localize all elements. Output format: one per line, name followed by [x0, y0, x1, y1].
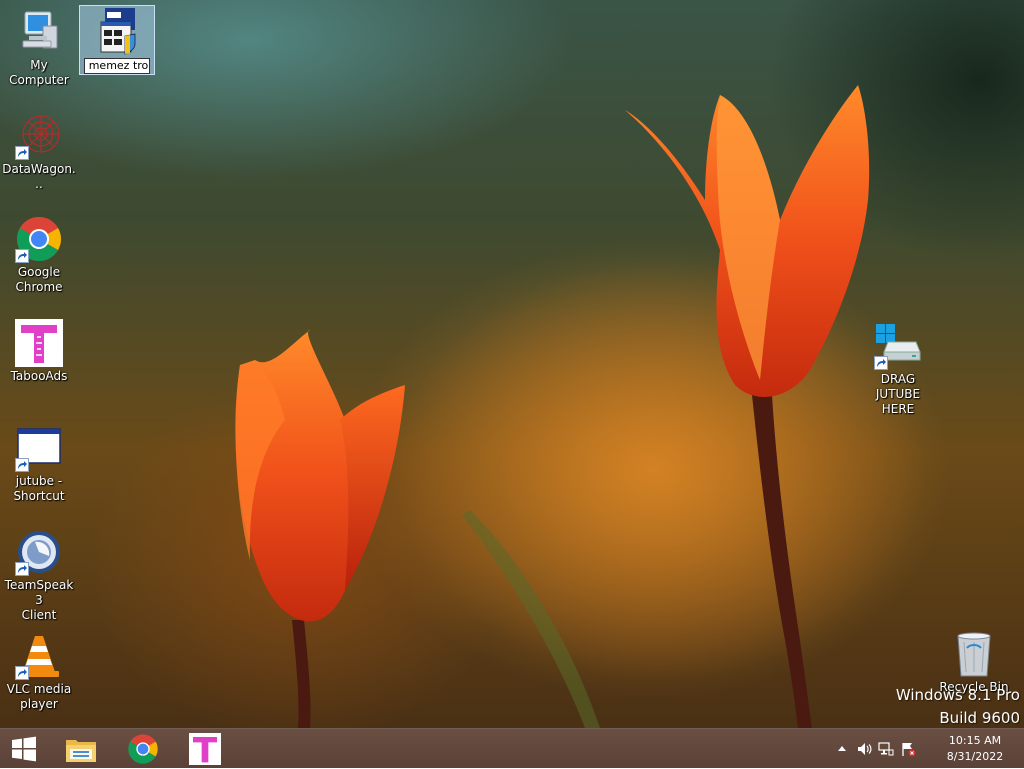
datawagon-icon — [15, 112, 63, 160]
teamspeak-label-line1: TeamSpeak 3 — [4, 578, 74, 607]
taskbar-clock[interactable]: 10:15 AM 8/31/2022 — [940, 733, 1010, 765]
drag-jutube-label-line2: HERE — [881, 402, 915, 416]
chrome-taskbar-button[interactable] — [118, 729, 168, 769]
datawagon-shortcut[interactable]: DataWagon... — [1, 112, 77, 192]
program-window-icon — [93, 8, 141, 56]
folder-icon — [66, 740, 96, 762]
blank-window-icon — [15, 424, 63, 472]
datawagon-label: DataWagon... — [2, 162, 76, 191]
shortcut-arrow-icon — [15, 458, 29, 472]
action-center-flag-icon[interactable] — [900, 741, 916, 757]
file-explorer-taskbar-button[interactable] — [56, 729, 106, 769]
shortcut-arrow-icon — [15, 249, 29, 263]
trash-can-icon — [950, 630, 998, 678]
drag-jutube-label-line1: DRAG JUTUBE — [875, 372, 921, 401]
watermark-line1: Windows 8.1 Pro — [895, 686, 1020, 704]
jutube-label-line2: Shortcut — [13, 489, 65, 503]
jutube-label-line1: jutube - — [15, 474, 63, 488]
tabooads-taskbar-button[interactable] — [180, 729, 230, 769]
teamspeak-icon — [15, 528, 63, 576]
taskbar[interactable]: 10:15 AM 8/31/2022 — [0, 728, 1024, 768]
desktop[interactable]: My Computer memez tro DataWagon... Googl… — [0, 0, 1024, 728]
tabooads-icon[interactable]: TabooAds — [1, 319, 77, 384]
jutube-shortcut[interactable]: jutube - Shortcut — [1, 424, 77, 504]
volume-icon[interactable] — [856, 741, 872, 757]
shortcut-arrow-icon — [15, 666, 29, 680]
clock-time: 10:15 AM — [948, 734, 1002, 747]
windows-version-watermark: Windows 8.1 Pro Build 9600 — [896, 684, 1020, 728]
tabooads-logo-icon — [189, 733, 221, 765]
network-icon[interactable] — [878, 741, 894, 757]
chrome-icon — [15, 215, 63, 263]
vlc-label-line2: player — [20, 697, 58, 711]
chrome-label-line2: Chrome — [15, 280, 63, 294]
show-hidden-icons-button[interactable] — [834, 741, 850, 757]
windows-logo-icon — [12, 736, 36, 762]
shortcut-arrow-icon — [15, 562, 29, 576]
computer-icon — [15, 8, 63, 56]
shortcut-arrow-icon — [874, 356, 888, 370]
drive-icon — [874, 322, 922, 370]
google-chrome-shortcut[interactable]: Google Chrome — [1, 215, 77, 295]
tabooads-logo-icon — [15, 319, 63, 367]
my-computer-icon[interactable]: My Computer — [1, 8, 77, 88]
memez-icon-selected[interactable]: memez tro — [79, 5, 155, 75]
vlc-shortcut[interactable]: VLC media player — [1, 632, 77, 712]
vlc-label-line1: VLC media — [6, 682, 72, 696]
tabooads-label: TabooAds — [10, 369, 68, 383]
my-computer-label: My Computer — [9, 58, 69, 87]
start-button[interactable] — [0, 729, 48, 769]
chrome-label-line1: Google — [17, 265, 61, 279]
teamspeak-shortcut[interactable]: TeamSpeak 3 Client — [1, 528, 77, 623]
rename-input[interactable]: memez tro — [84, 58, 150, 74]
watermark-line2: Build 9600 — [939, 709, 1020, 727]
chrome-icon — [128, 734, 158, 764]
teamspeak-label-line2: Client — [21, 608, 57, 622]
clock-date: 8/31/2022 — [946, 750, 1004, 763]
drag-jutube-shortcut[interactable]: DRAG JUTUBE HERE — [858, 322, 938, 417]
vlc-cone-icon — [15, 632, 63, 680]
system-tray: 10:15 AM 8/31/2022 — [834, 729, 1024, 769]
shortcut-arrow-icon — [15, 146, 29, 160]
